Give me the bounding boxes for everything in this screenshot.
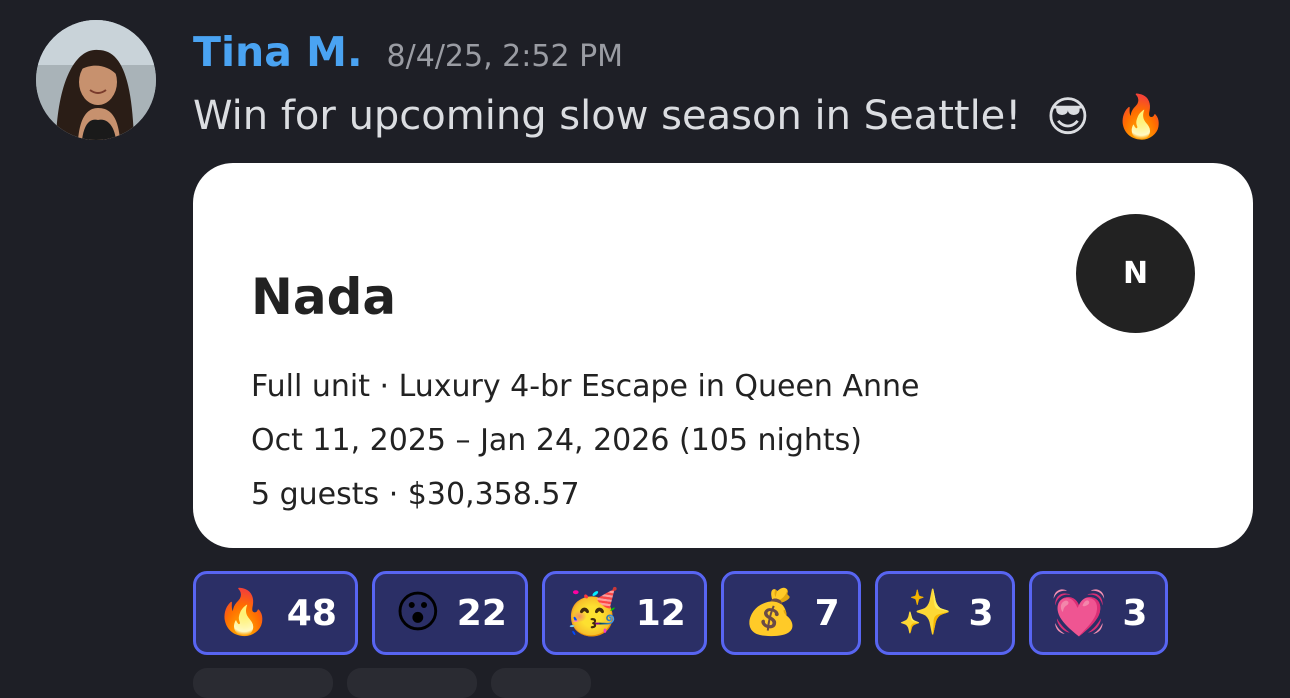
reaction-surprised[interactable]: 😮 22 xyxy=(371,571,528,655)
chat-message: Tina M. 8/4/25, 2:52 PM Win for upcoming… xyxy=(0,0,1290,698)
message-timestamp: 8/4/25, 2:52 PM xyxy=(386,39,624,74)
reaction-money-bag[interactable]: 💰 7 xyxy=(720,571,861,655)
booking-card[interactable]: Nada N Full unit · Luxury 4-br Escape in… xyxy=(193,163,1253,548)
sparkles-icon: ✨ xyxy=(897,587,953,638)
author-name[interactable]: Tina M. xyxy=(193,28,363,76)
card-title: Nada xyxy=(251,268,397,326)
booking-dates: Oct 11, 2025 – Jan 24, 2026 (105 nights) xyxy=(251,423,862,458)
reaction-count: 22 xyxy=(456,592,507,634)
reaction-count: 3 xyxy=(968,592,994,634)
listing-details: Full unit · Luxury 4-br Escape in Queen … xyxy=(251,369,920,404)
beating-heart-icon: 💓 xyxy=(1051,587,1107,638)
message-text: Win for upcoming slow season in Seattle!… xyxy=(193,92,1167,142)
fire-icon: 🔥 xyxy=(216,587,271,638)
money-bag-icon: 💰 xyxy=(743,587,799,638)
user-avatar[interactable] xyxy=(36,20,156,140)
partial-reaction xyxy=(347,668,477,698)
partial-reaction xyxy=(491,668,591,698)
reaction-party[interactable]: 🥳 12 xyxy=(541,571,707,655)
party-face-icon: 🥳 xyxy=(564,587,620,638)
reaction-heart[interactable]: 💓 3 xyxy=(1028,571,1169,655)
surprised-face-icon: 😮 xyxy=(394,587,441,638)
sunglasses-face-icon: 😎 xyxy=(1046,92,1090,141)
reaction-count: 3 xyxy=(1122,592,1148,634)
reaction-sparkles[interactable]: ✨ 3 xyxy=(874,571,1015,655)
reactions-bar: 🔥 48 😮 22 🥳 12 💰 7 ✨ 3 💓 3 xyxy=(193,571,1169,655)
reaction-count: 12 xyxy=(635,592,686,634)
message-header: Tina M. 8/4/25, 2:52 PM xyxy=(193,28,623,80)
guests-and-price: 5 guests · $30,358.57 xyxy=(251,477,580,512)
host-avatar: N xyxy=(1076,214,1195,333)
reaction-fire[interactable]: 🔥 48 xyxy=(193,571,358,655)
reaction-count: 7 xyxy=(814,592,840,634)
partial-reaction xyxy=(193,668,333,698)
reaction-count: 48 xyxy=(286,592,337,634)
next-row-partial xyxy=(193,668,591,698)
message-body: Win for upcoming slow season in Seattle! xyxy=(193,93,1022,139)
fire-icon: 🔥 xyxy=(1114,92,1167,141)
